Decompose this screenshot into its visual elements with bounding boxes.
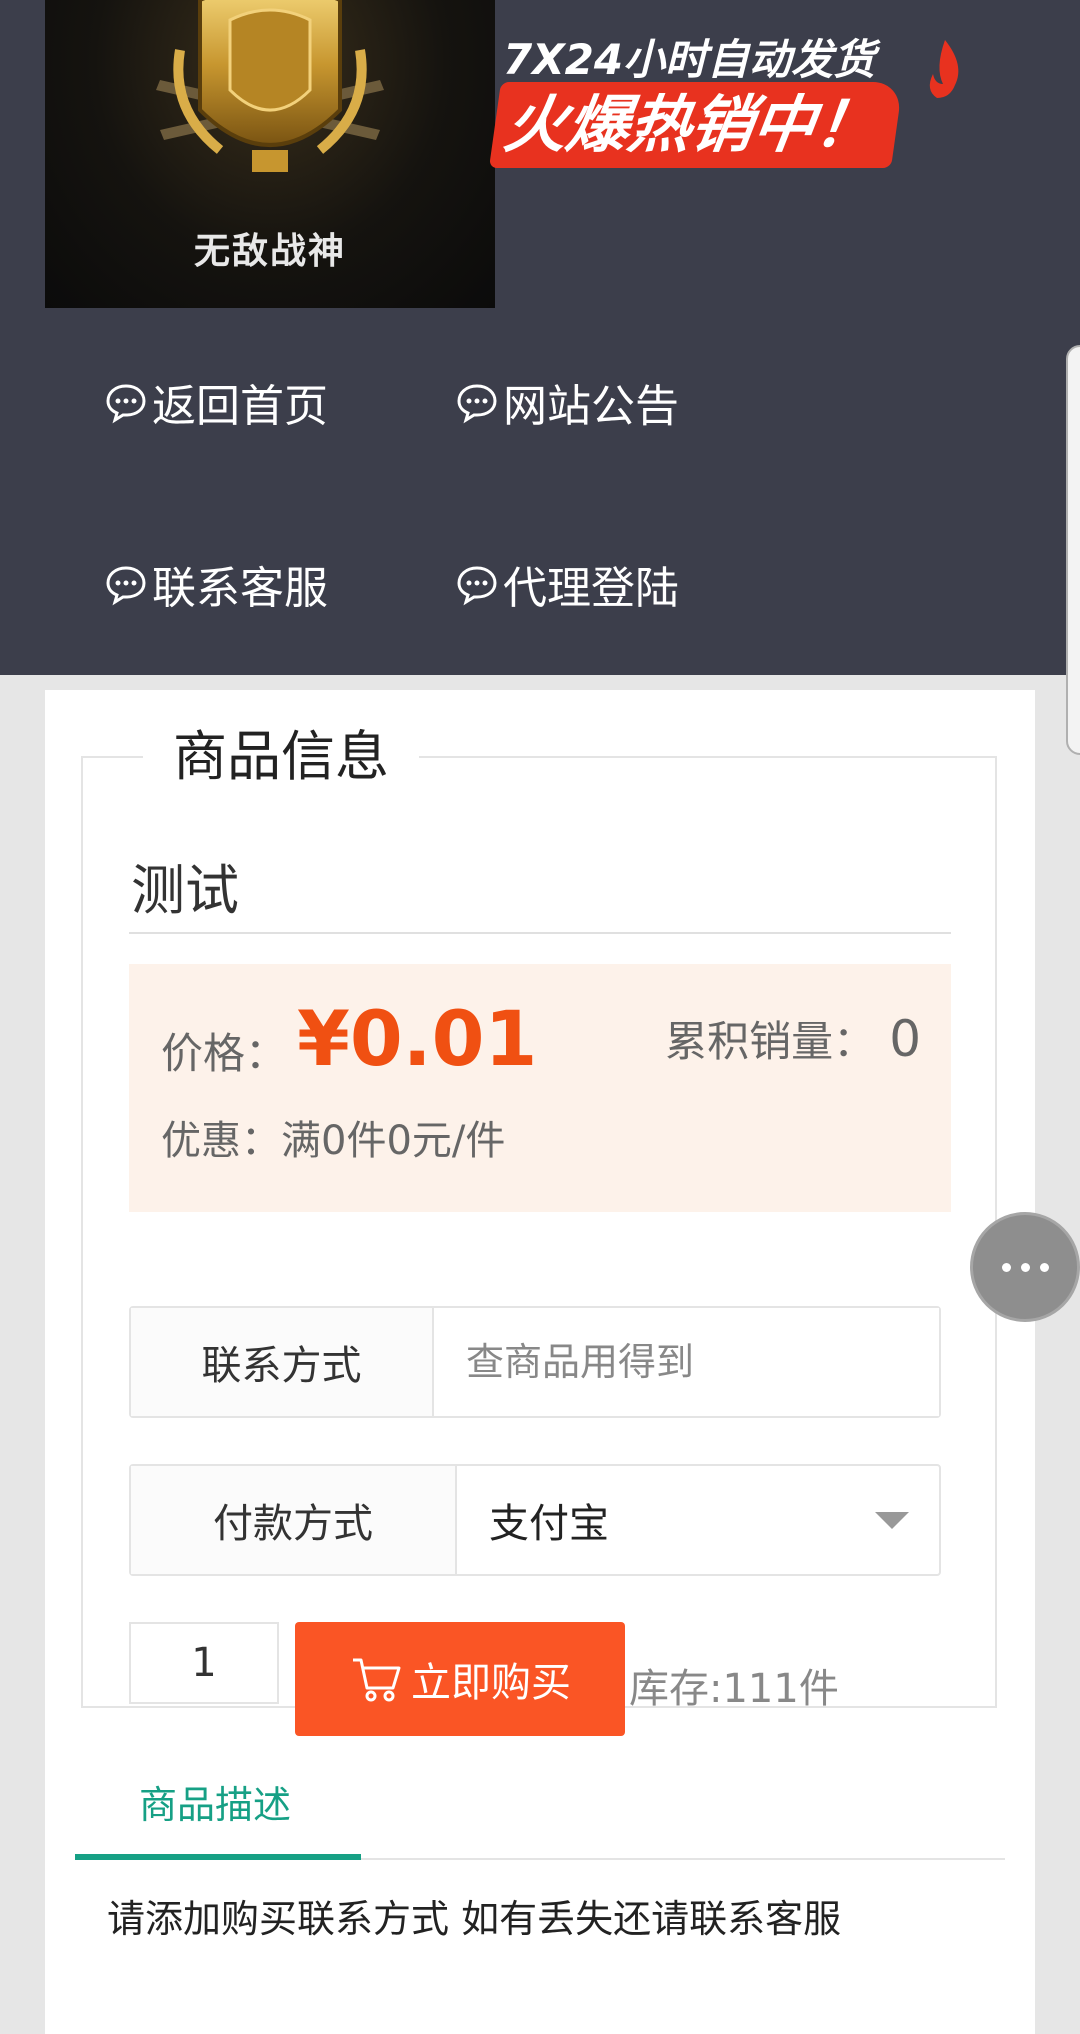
more-options-button[interactable] [970, 1212, 1080, 1322]
sales-info: 累积销量： 0 [665, 1008, 921, 1069]
golden-emblem-icon [156, 0, 384, 172]
dropdown-arrow-icon [875, 1512, 909, 1529]
nav-announcements[interactable]: 网站公告 [455, 370, 679, 434]
chat-bubble-icon [457, 566, 497, 606]
product-name: 测试 [131, 859, 239, 922]
payment-select[interactable]: 支付宝 [457, 1466, 939, 1574]
price-box: 价格： ¥0.01 累积销量： 0 优惠：满0件0元/件 [129, 964, 951, 1212]
divider [129, 932, 951, 934]
nav-label: 联系客服 [152, 563, 328, 614]
description-text: 请添加购买联系方式 如有丢失还请联系客服 [107, 1897, 842, 1941]
price-value: ¥0.01 [297, 994, 538, 1083]
nav-agent-login[interactable]: 代理登陆 [455, 552, 679, 616]
payment-row: 付款方式 支付宝 [129, 1464, 941, 1576]
nav-label: 代理登陆 [503, 563, 679, 614]
stock-count: 库存:111件 [629, 1666, 839, 1712]
chat-bubble-icon [106, 384, 146, 424]
buy-now-button[interactable]: 立即购买 [295, 1622, 625, 1736]
nav-home[interactable]: 返回首页 [104, 370, 328, 434]
nav-customer-service[interactable]: 联系客服 [104, 552, 328, 616]
product-card: 商品信息 测试 价格： ¥0.01 累积销量： 0 优惠：满0件0元/件 联系方式… [45, 690, 1035, 2034]
payment-label: 付款方式 [131, 1466, 457, 1574]
tab-description[interactable]: 商品描述 [139, 1774, 291, 1829]
promo-subtitle: 7X24小时自动发货 [503, 35, 876, 84]
side-drawer-handle[interactable] [1066, 345, 1080, 755]
buy-now-label: 立即购买 [411, 1660, 571, 1706]
quantity-input[interactable] [129, 1622, 279, 1704]
chat-bubble-icon [457, 384, 497, 424]
sales-label: 累积销量： [665, 1017, 876, 1066]
nav-label: 网站公告 [503, 381, 679, 432]
section-title: 商品信息 [143, 720, 419, 794]
payment-selected: 支付宝 [489, 1501, 609, 1547]
tab-active-indicator [75, 1854, 361, 1860]
chat-bubble-icon [106, 566, 146, 606]
nav-label: 返回首页 [152, 381, 328, 432]
dot [1039, 1262, 1049, 1272]
badge-title: 无敌战神 [193, 231, 346, 272]
product-info-section: 商品信息 测试 价格： ¥0.01 累积销量： 0 优惠：满0件0元/件 联系方式… [81, 720, 997, 1736]
sales-count: 0 [889, 1010, 921, 1068]
banner-image: 无敌战神 [45, 0, 495, 308]
dot [1001, 1262, 1011, 1272]
contact-input[interactable] [434, 1308, 939, 1416]
shopping-cart-icon [353, 1658, 401, 1702]
price-label: 价格： [161, 1029, 288, 1078]
promo-title: 火爆热销中！ [488, 82, 904, 168]
contact-row: 联系方式 [129, 1306, 941, 1418]
site-header: 无敌战神 7X24小时自动发货 火爆热销中！ 返回首页 网站公告 联系客服 代理… [0, 0, 1080, 675]
promo-banner: 7X24小时自动发货 火爆热销中！ [488, 20, 959, 168]
contact-label: 联系方式 [131, 1308, 434, 1416]
discount-text: 优惠：满0件0元/件 [161, 1118, 506, 1164]
dot [1020, 1262, 1030, 1272]
flame-icon [929, 40, 959, 98]
